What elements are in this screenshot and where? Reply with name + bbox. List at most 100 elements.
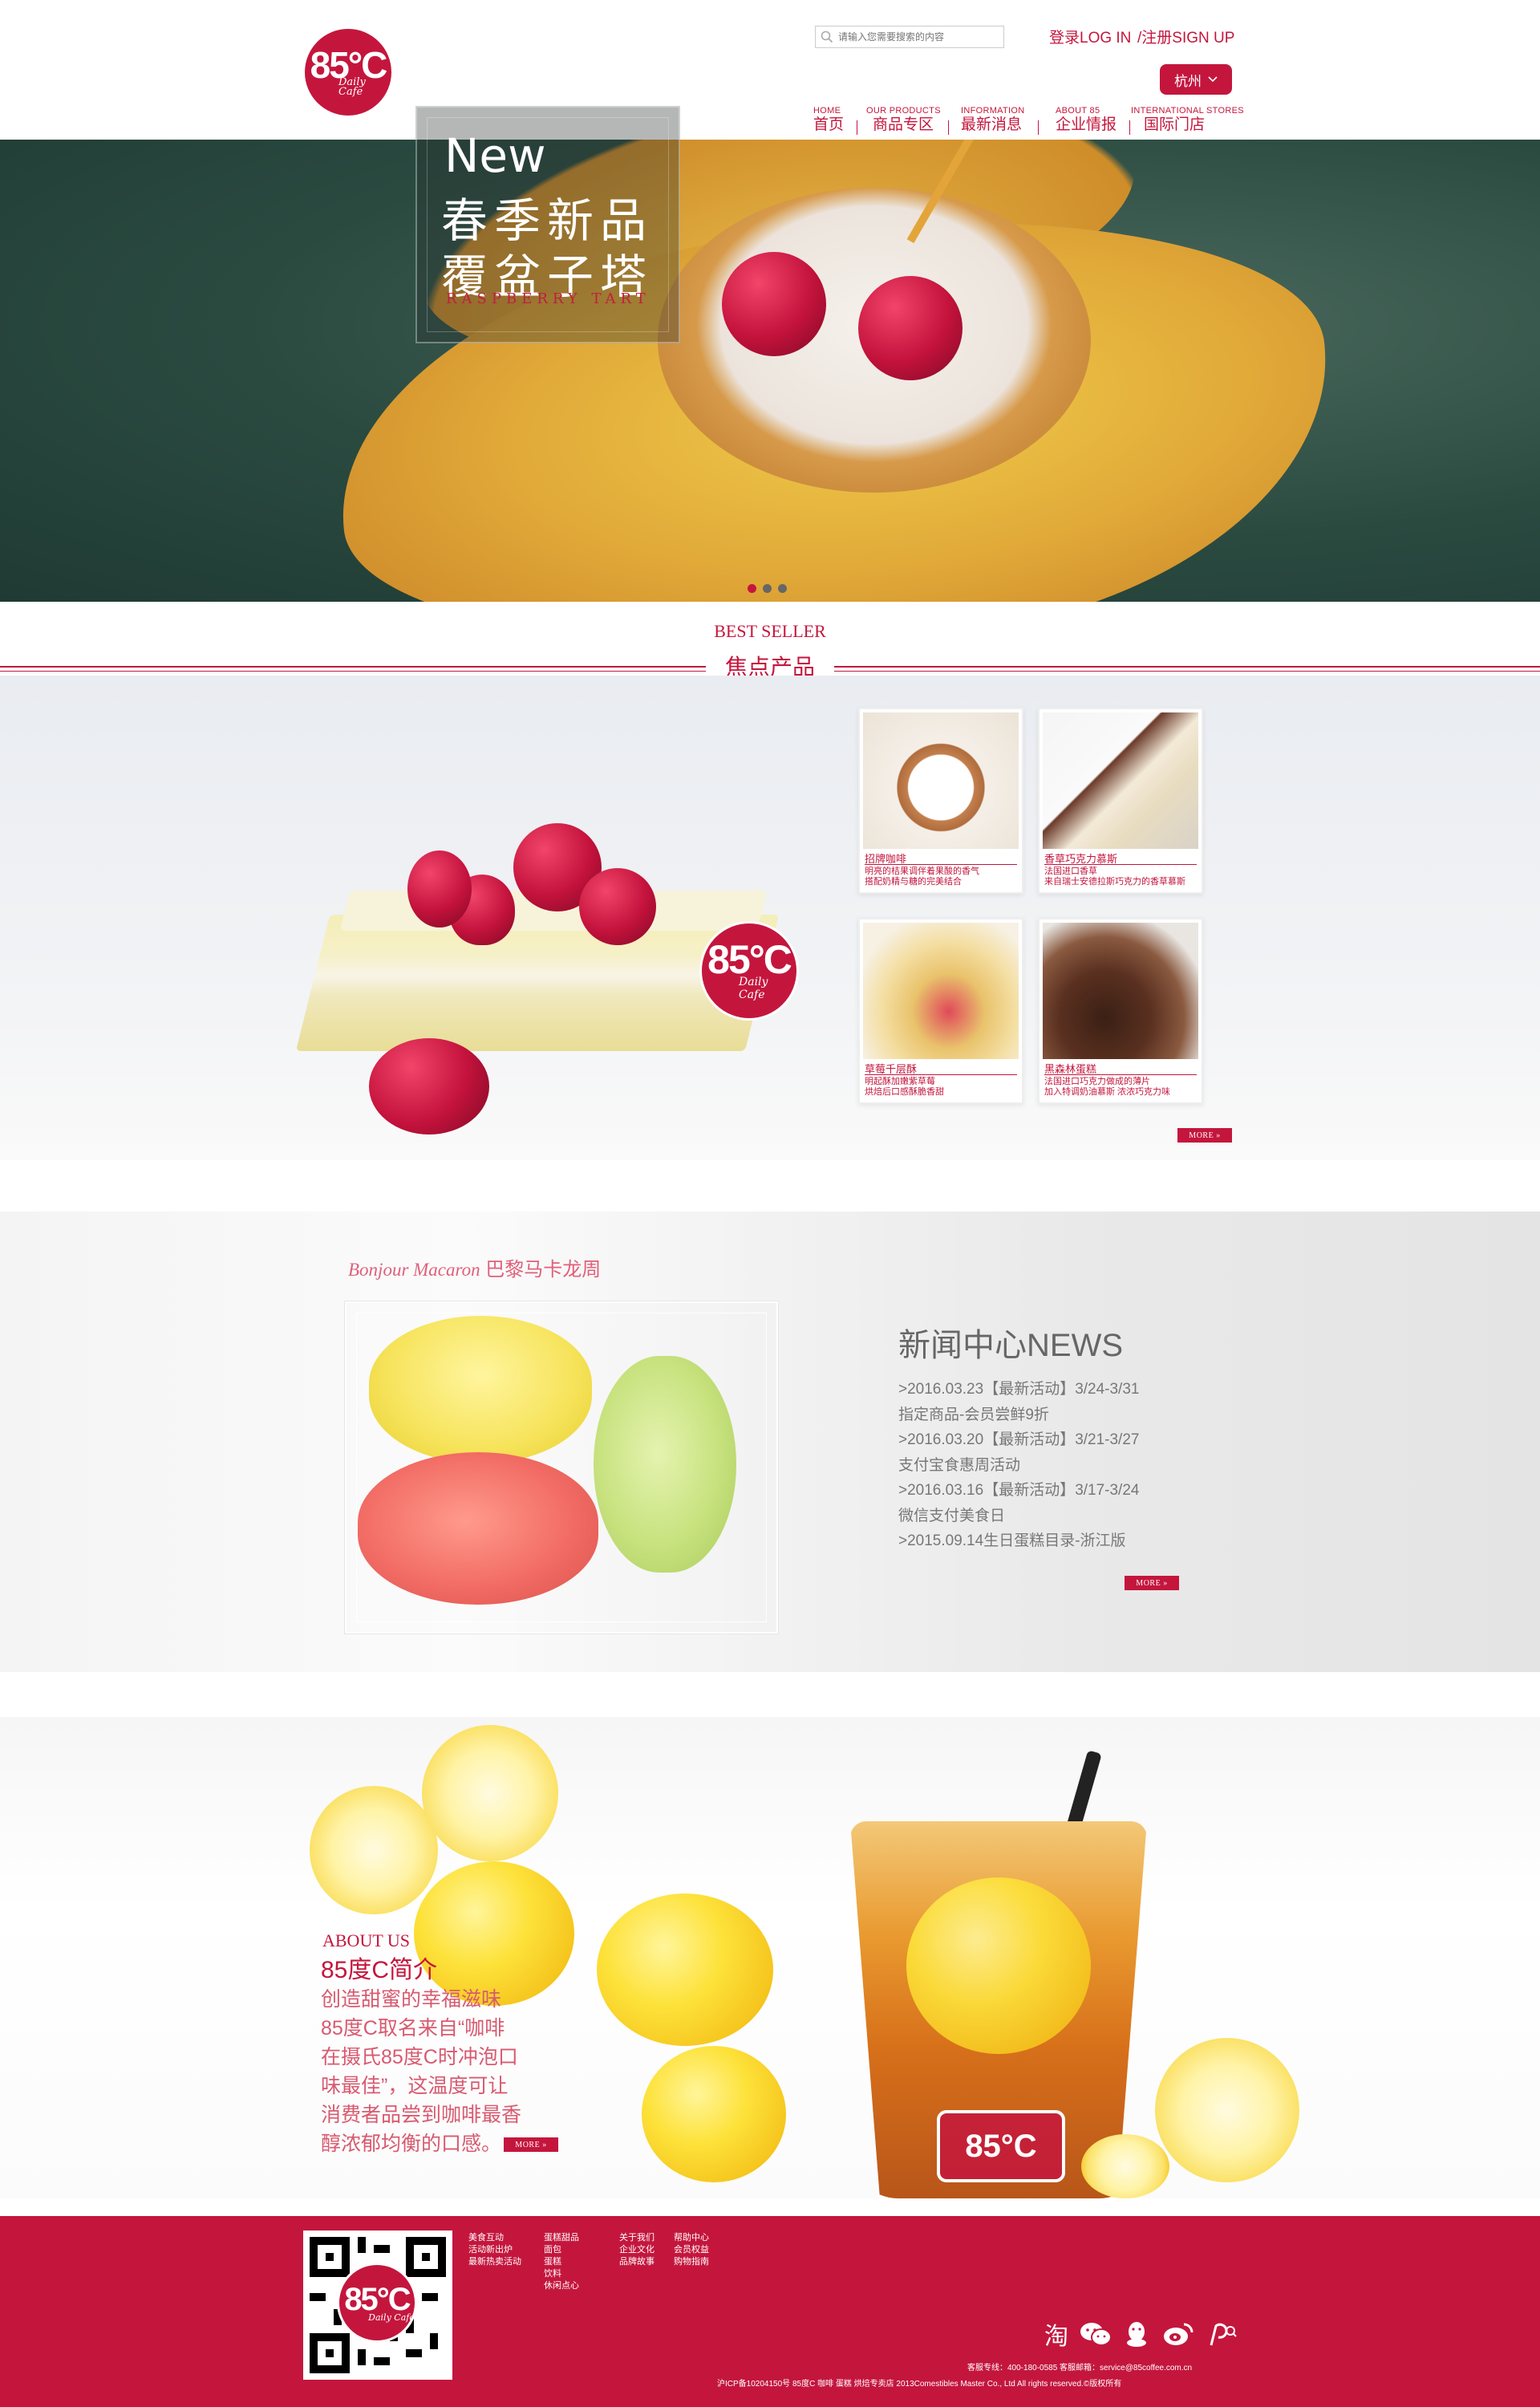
search-box[interactable] [815, 26, 1004, 48]
lemon-image [597, 1894, 773, 2046]
product-desc: 法国进口香草 来自瑞士安德拉斯巧克力的香草慕斯 [1044, 867, 1185, 887]
logo[interactable]: 85°C Daily Cafe [305, 29, 391, 116]
footer-link[interactable]: 美食互动 [468, 2232, 521, 2244]
qr-logo-text: 85°C [344, 2281, 411, 2317]
pinterest-icon[interactable] [1205, 2321, 1237, 2352]
news-item[interactable]: >2016.03.23【最新活动】3/24-3/31 [898, 1377, 1139, 1402]
lemon-half-image [310, 1786, 438, 1914]
footer-link[interactable]: 蛋糕甜品 [544, 2232, 579, 2244]
footer-link[interactable]: 最新热卖活动 [468, 2256, 521, 2268]
product-desc-line: 明起酥加嫩紫草莓 [865, 1077, 935, 1086]
hero-banner[interactable] [0, 140, 1540, 602]
nav-about[interactable]: ABOUT 85 企业情报 [1056, 106, 1116, 134]
macaron-title-en: Bonjour Macaron [348, 1260, 480, 1280]
carousel-dot[interactable] [763, 584, 772, 593]
footer-link[interactable]: 关于我们 [619, 2232, 654, 2244]
about-title-cn: 85度C简介 [321, 1957, 438, 1983]
double-chevron-icon: » [542, 2140, 547, 2149]
nav-international[interactable]: INTERNATIONAL STORES 国际门店 [1131, 106, 1244, 134]
product-card[interactable]: 黑森林蛋糕 法国进口巧克力做成的薄片 加入特调奶油慕斯 浓浓巧克力味 [1038, 918, 1203, 1104]
news-more-button[interactable]: MORE » [1125, 1576, 1179, 1590]
footer-link[interactable]: 活动新出炉 [468, 2244, 521, 2256]
nav-home[interactable]: HOME 首页 [813, 106, 844, 134]
footer-link[interactable]: 蛋糕 [544, 2256, 579, 2268]
footer-link[interactable]: 面包 [544, 2244, 579, 2256]
double-chevron-icon: » [1216, 1130, 1221, 1140]
product-desc-line: 搭配奶精与糖的完美结合 [865, 877, 962, 887]
wechat-icon[interactable] [1080, 2321, 1112, 2352]
product-desc-line: 烘焙后口感酥脆香甜 [865, 1087, 944, 1097]
strawberry-image [579, 868, 656, 945]
footer-link[interactable]: 会员权益 [674, 2244, 709, 2256]
footer-link[interactable]: 购物指南 [674, 2256, 709, 2268]
news-item[interactable]: >2015.09.14生日蛋糕目录-浙江版 [898, 1528, 1139, 1554]
cup-logo: 85°C [937, 2110, 1065, 2182]
footer-link[interactable]: 帮助中心 [674, 2232, 709, 2244]
qq-icon[interactable] [1123, 2320, 1150, 2353]
badge-text: 85°C [707, 937, 792, 982]
taobao-icon[interactable]: 淘 [1044, 2324, 1068, 2350]
about-title-en: ABOUT US [322, 1930, 411, 1950]
strawberry-pastry-image [863, 923, 1019, 1059]
best-seller-more-button[interactable]: MORE » [1177, 1128, 1232, 1143]
nav-about-en: ABOUT 85 [1056, 106, 1100, 116]
news-item[interactable]: >2016.03.20【最新活动】3/21-3/27 [898, 1427, 1139, 1453]
city-selector[interactable]: 杭州 [1160, 64, 1232, 95]
login-link[interactable]: 登录LOG IN [1049, 26, 1131, 47]
product-divider [1044, 1074, 1197, 1075]
nav-information-en: INFORMATION [961, 106, 1025, 116]
news-title: 新闻中心NEWS [898, 1328, 1123, 1363]
footer-column: 帮助中心 会员权益 购物指南 [674, 2232, 709, 2268]
news-item[interactable]: >2016.03.16【最新活动】3/17-3/24 [898, 1478, 1139, 1504]
macaron-title: Bonjour Macaron 巴黎马卡龙周 [348, 1253, 601, 1281]
pink-macaron-image [358, 1452, 598, 1605]
product-desc: 明亮的桔果调伴着果酸的香气 搭配奶精与糖的完美结合 [865, 867, 979, 887]
footer-copyright: 沪ICP备10204150号 85度C 咖啡 蛋糕 烘焙专卖店 2013Come… [717, 2380, 1122, 2389]
footer-column: 美食互动 活动新出炉 最新热卖活动 [468, 2232, 521, 2268]
cake-logo-badge: 85°C Daily Cafe [699, 921, 799, 1021]
carousel-dot[interactable] [748, 584, 756, 593]
nav-products-en: OUR PRODUCTS [866, 106, 941, 116]
hero-english: RASPBERRY TART [446, 290, 650, 307]
lemon-in-cup-image [906, 1877, 1091, 2054]
chevron-down-icon [1208, 76, 1218, 83]
footer-link[interactable]: 饮料 [544, 2268, 579, 2280]
news-item[interactable]: 指定商品-会员尝鲜9折 [898, 1402, 1139, 1428]
weibo-icon[interactable] [1161, 2321, 1194, 2352]
nav-international-cn: 国际门店 [1144, 116, 1206, 133]
social-icons: 淘 [1044, 2320, 1237, 2353]
news-item[interactable]: 支付宝食惠周活动 [898, 1453, 1139, 1479]
double-chevron-icon: » [1163, 1578, 1168, 1588]
badge-subtext: Daily Cafe [739, 976, 768, 1001]
footer-link[interactable]: 休闲点心 [544, 2280, 579, 2292]
about-line: 创造甜蜜的幸福滋味 [321, 1988, 502, 2011]
mousse-cake-image [1043, 712, 1198, 849]
nav-divider [1129, 120, 1130, 135]
news-item[interactable]: 微信支付美食日 [898, 1504, 1139, 1529]
nav-information[interactable]: INFORMATION 最新消息 [961, 106, 1024, 134]
product-card[interactable]: 草莓千层酥 明起酥加嫩紫草莓 烘焙后口感酥脆香甜 [858, 918, 1023, 1104]
register-link[interactable]: /注册SIGN UP [1137, 26, 1234, 47]
search-input[interactable] [838, 31, 995, 43]
best-seller-title-en: BEST SELLER [714, 621, 826, 641]
product-divider [865, 864, 1017, 865]
more-label: MORE [1136, 1578, 1161, 1588]
yellow-macaron-image [369, 1316, 592, 1463]
carousel-dot[interactable] [778, 584, 787, 593]
carousel-dots [748, 584, 787, 593]
product-card[interactable]: 招牌咖啡 明亮的桔果调伴着果酸的香气 搭配奶精与糖的完美结合 [858, 708, 1023, 894]
nav-about-cn: 企业情报 [1056, 116, 1117, 133]
lemon-image [642, 2046, 786, 2182]
black-forest-cake-image [1043, 923, 1198, 1059]
footer-link[interactable]: 企业文化 [619, 2244, 654, 2256]
about-more-button[interactable]: MORE » [504, 2137, 558, 2152]
nav-products[interactable]: OUR PRODUCTS 商品专区 [866, 106, 941, 134]
product-desc-line: 明亮的桔果调伴着果酸的香气 [865, 867, 979, 876]
footer-column: 蛋糕甜品 面包 蛋糕 饮料 休闲点心 [544, 2232, 579, 2292]
nav-home-cn: 首页 [813, 116, 845, 133]
search-icon[interactable] [821, 30, 833, 43]
product-divider [1044, 864, 1197, 865]
about-line: 醇浓郁均衡的口感。 [321, 2133, 502, 2155]
footer-link[interactable]: 品牌故事 [619, 2256, 654, 2268]
product-card[interactable]: 香草巧克力慕斯 法国进口香草 来自瑞士安德拉斯巧克力的香草慕斯 [1038, 708, 1203, 894]
